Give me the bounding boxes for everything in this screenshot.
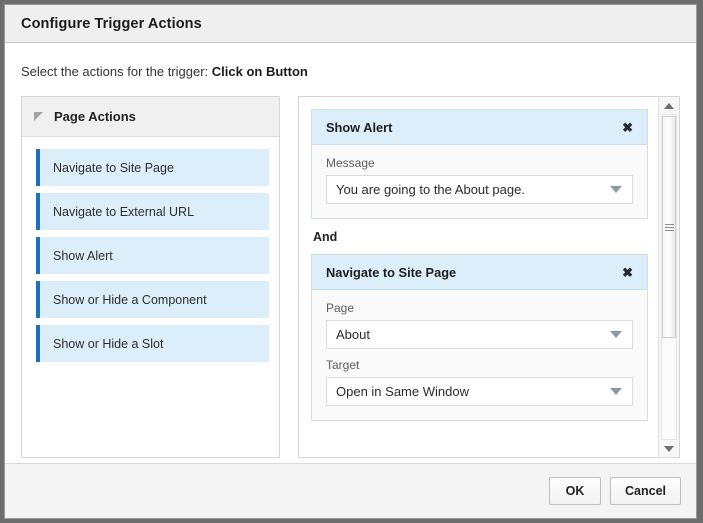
action-card-navigate-to-site-page: Navigate to Site Page ✖ Page About Targe… [311, 254, 648, 421]
chevron-down-icon[interactable] [610, 186, 622, 193]
action-card-title: Show Alert [326, 119, 393, 135]
triangle-expanded-icon[interactable] [34, 112, 43, 121]
and-separator: And [313, 230, 338, 244]
trigger-name: Click on Button [211, 64, 308, 79]
field-label-page: Page [326, 301, 355, 315]
action-card-title: Navigate to Site Page [326, 264, 457, 280]
field-label-message: Message [326, 156, 375, 170]
page-select[interactable]: About [326, 320, 633, 349]
page-actions-header[interactable]: Page Actions [22, 97, 279, 137]
cancel-button[interactable]: Cancel [610, 477, 681, 505]
message-select[interactable]: You are going to the About page. [326, 175, 633, 204]
page-actions-palette: Page Actions Navigate to Site Page Navig… [21, 96, 280, 458]
palette-item-navigate-to-site-page[interactable]: Navigate to Site Page [36, 149, 269, 186]
configured-actions-scroll-area: Show Alert ✖ Message You are going to th… [299, 97, 658, 457]
target-select[interactable]: Open in Same Window [326, 377, 633, 406]
action-card-show-alert: Show Alert ✖ Message You are going to th… [311, 109, 648, 219]
chevron-down-icon[interactable] [610, 331, 622, 338]
palette-item-show-or-hide-a-slot[interactable]: Show or Hide a Slot [36, 325, 269, 362]
palette-item-navigate-to-external-url[interactable]: Navigate to External URL [36, 193, 269, 230]
dialog-content: Page Actions Navigate to Site Page Navig… [21, 96, 680, 458]
chevron-down-icon[interactable] [610, 388, 622, 395]
page-actions-header-label: Page Actions [54, 109, 136, 124]
close-icon[interactable]: ✖ [621, 119, 634, 136]
dialog-footer: OK Cancel [5, 463, 696, 518]
palette-item-show-or-hide-a-component[interactable]: Show or Hide a Component [36, 281, 269, 318]
page-select-value: About [336, 327, 370, 342]
palette-item-label: Show Alert [53, 248, 113, 263]
palette-item-label: Show or Hide a Component [53, 292, 207, 307]
scrollbar-down-button[interactable] [659, 440, 679, 457]
actions-panel-scrollbar[interactable] [658, 97, 679, 457]
target-select-value: Open in Same Window [336, 384, 469, 399]
grip-icon [664, 222, 674, 233]
field-label-target: Target [326, 358, 360, 372]
configured-actions-panel: Show Alert ✖ Message You are going to th… [298, 96, 680, 458]
action-card-body: Message You are going to the About page. [312, 145, 647, 218]
action-card-header: Show Alert ✖ [312, 110, 647, 145]
page-actions-list: Navigate to Site Page Navigate to Extern… [22, 137, 279, 457]
scrollbar-thumb[interactable] [662, 116, 676, 338]
action-card-header: Navigate to Site Page ✖ [312, 255, 647, 290]
message-select-value: You are going to the About page. [336, 182, 525, 197]
dialog-body: Select the actions for the trigger: Clic… [5, 43, 696, 463]
instruction-prefix: Select the actions for the trigger: [21, 64, 212, 79]
palette-item-label: Navigate to Site Page [53, 160, 174, 175]
action-card-body: Page About Target Open in Same Window [312, 290, 647, 420]
close-icon[interactable]: ✖ [621, 264, 634, 281]
palette-item-label: Navigate to External URL [53, 204, 195, 219]
arrow-down-icon [664, 445, 674, 452]
instruction-text: Select the actions for the trigger: Clic… [21, 43, 680, 96]
ok-button[interactable]: OK [549, 477, 601, 505]
arrow-up-icon [664, 102, 674, 109]
field-spacer [326, 349, 633, 358]
configure-trigger-actions-dialog: Configure Trigger Actions Select the act… [4, 4, 697, 519]
dialog-title: Configure Trigger Actions [21, 15, 202, 32]
palette-item-label: Show or Hide a Slot [53, 336, 164, 351]
palette-item-show-alert[interactable]: Show Alert [36, 237, 269, 274]
scrollbar-up-button[interactable] [659, 97, 679, 114]
dialog-titlebar: Configure Trigger Actions [5, 5, 696, 43]
